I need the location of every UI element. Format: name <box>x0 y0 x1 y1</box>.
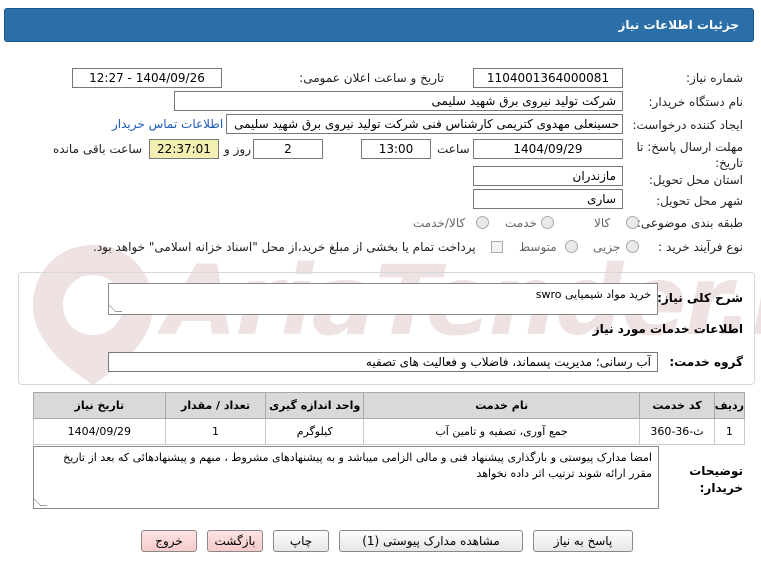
cell-row: 1 <box>713 418 746 445</box>
reply-button[interactable]: پاسخ به نیاز <box>533 530 633 552</box>
print-button[interactable]: چاپ <box>273 530 329 552</box>
col-row-header: ردیف <box>713 392 746 419</box>
category-goods-service-label: کالا/خدمت <box>413 216 466 230</box>
cell-qty: 1 <box>164 418 267 445</box>
treasury-checkbox[interactable] <box>491 241 503 253</box>
payment-note: پرداخت تمام یا بخشی از مبلغ خرید،از محل … <box>93 240 476 254</box>
contact-info-link[interactable]: اطلاعات تماس خریدار <box>112 117 223 131</box>
days-label: روز و <box>224 142 251 156</box>
col-qty-header: تعداد / مقدار <box>164 392 267 419</box>
process-label: نوع فرآیند خرید : <box>658 240 743 254</box>
col-unit-header: واحد اندازه گیری <box>265 392 365 419</box>
province-field: مازندران <box>473 166 623 186</box>
resize-handle-icon[interactable] <box>108 305 123 312</box>
cell-name: جمع آوری، تصفیه و تامین آب <box>363 418 641 445</box>
category-service-label: خدمت <box>505 216 537 230</box>
announce-label: تاریخ و ساعت اعلان عمومی: <box>299 71 444 85</box>
remaining-label: ساعت باقی مانده <box>53 142 143 156</box>
deadline-time-field: 13:00 <box>361 139 431 159</box>
resize-handle-icon[interactable] <box>33 499 48 506</box>
cell-code: ث-36-360 <box>639 418 715 445</box>
process-small-label: جزیی <box>593 240 621 254</box>
process-small-radio[interactable] <box>626 240 639 253</box>
deadline-label: مهلت ارسال پاسخ: تا تاریخ: <box>636 140 743 170</box>
notes-label: توضیحات خریدار: <box>689 464 743 495</box>
summary-label: شرح کلی نیاز: <box>657 291 743 305</box>
creator-field: حسینعلی مهدوی کتریمی کارشناس فنی شرکت تو… <box>226 114 623 134</box>
days-field: 2 <box>253 139 323 159</box>
services-table: ردیف کد خدمت نام خدمت واحد اندازه گیری ت… <box>33 392 746 445</box>
summary-text: خرید مواد شیمیایی swro <box>535 288 651 301</box>
province-label: استان محل تحویل: <box>648 173 743 187</box>
remaining-time-field: 22:37:01 <box>149 139 219 159</box>
col-code-header: کد خدمت <box>639 392 715 419</box>
category-goods-service-radio[interactable] <box>476 216 489 229</box>
back-button[interactable]: بازگشت <box>207 530 263 552</box>
category-goods-radio[interactable] <box>626 216 639 229</box>
city-label: شهر محل تحویل: <box>656 194 743 208</box>
notes-text: امضا مدارک پیوستی و بارگذاری پیشنهاد فنی… <box>63 451 652 480</box>
cell-unit: کیلوگرم <box>265 418 365 445</box>
service-group-label: گروه خدمت: <box>669 355 743 369</box>
deadline-time-label: ساعت <box>437 142 470 156</box>
deadline-date-field: 1404/09/29 <box>473 139 623 159</box>
category-label: طبقه بندی موضوعی: <box>636 216 743 230</box>
category-service-radio[interactable] <box>541 216 554 229</box>
buyer-org-label: نام دستگاه خریدار: <box>648 95 744 109</box>
notes-field: امضا مدارک پیوستی و بارگذاری پیشنهاد فنی… <box>33 446 659 509</box>
page-header: جزئیات اطلاعات نیاز <box>4 8 754 42</box>
creator-label: ایجاد کننده درخواست: <box>632 118 743 132</box>
category-goods-label: کالا <box>594 216 611 230</box>
col-name-header: نام خدمت <box>363 392 641 419</box>
buyer-org-field: شرکت تولید نیروی برق شهید سلیمی <box>174 91 623 111</box>
table-row: 1 ث-36-360 جمع آوری، تصفیه و تامین آب کی… <box>33 418 746 445</box>
need-number-field: 1104001364000081 <box>473 68 623 88</box>
process-medium-label: متوسط <box>519 240 557 254</box>
table-header-row: ردیف کد خدمت نام خدمت واحد اندازه گیری ت… <box>33 392 746 419</box>
need-number-label: شماره نیاز: <box>686 71 743 85</box>
service-group-field: آب رسانی؛ مدیریت پسماند، فاضلاب و فعالیت… <box>108 352 658 372</box>
services-section-title: اطلاعات خدمات مورد نیاز <box>592 322 743 336</box>
col-date-header: تاریخ نیاز <box>33 392 166 419</box>
page-title: جزئیات اطلاعات نیاز <box>618 18 739 32</box>
cell-date: 1404/09/29 <box>33 418 166 445</box>
city-field: ساری <box>473 189 623 209</box>
process-medium-radio[interactable] <box>565 240 578 253</box>
exit-button[interactable]: خروج <box>141 530 197 552</box>
summary-field: خرید مواد شیمیایی swro <box>108 283 658 315</box>
announce-field: 1404/09/26 - 12:27 <box>72 68 222 88</box>
view-attachments-button[interactable]: مشاهده مدارک پیوستی (1) <box>339 530 523 552</box>
